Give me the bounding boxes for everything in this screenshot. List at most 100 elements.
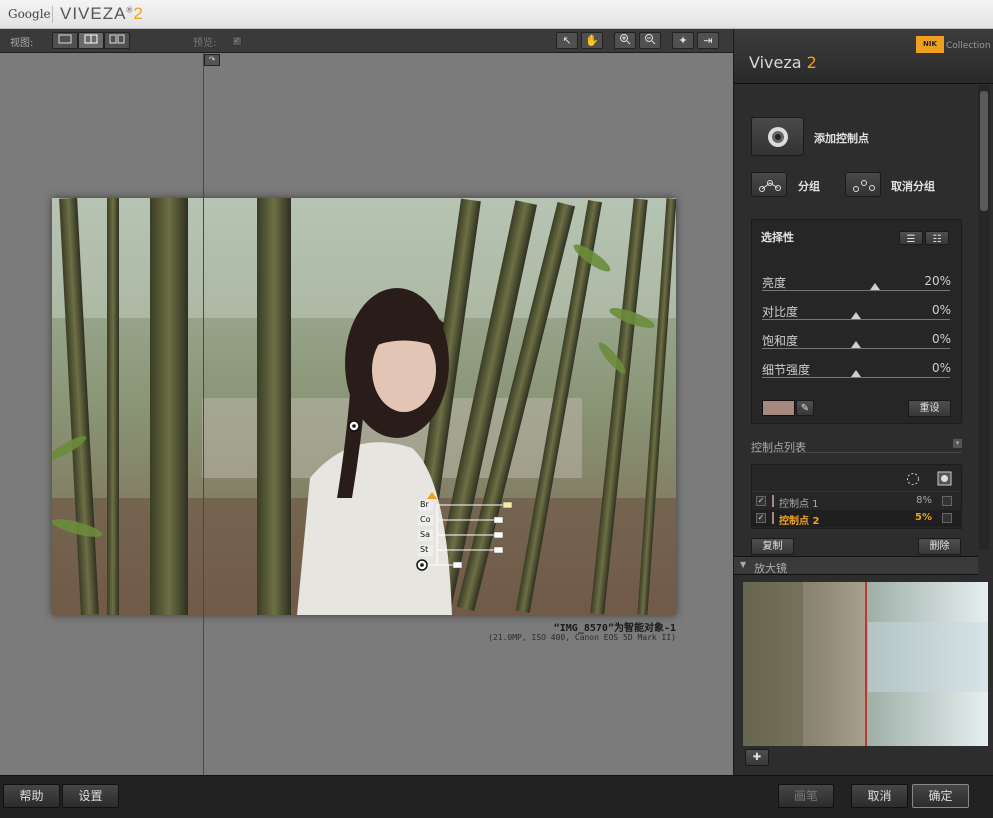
brush-button[interactable]: 画笔 bbox=[778, 784, 834, 808]
collection-label: Collection bbox=[946, 41, 991, 51]
help-button[interactable]: 帮助 bbox=[3, 784, 60, 808]
add-control-point-button[interactable] bbox=[751, 117, 804, 156]
list-expand-icon: ☷ bbox=[932, 234, 942, 245]
scrollbar-thumb[interactable] bbox=[980, 91, 988, 211]
single-view-icon bbox=[58, 34, 72, 44]
split-handle[interactable]: ↷ bbox=[204, 54, 220, 66]
light-button[interactable]: ✦ bbox=[672, 32, 694, 49]
row-2-name: 控制点 2 bbox=[779, 516, 820, 527]
control-point-row-1[interactable]: ✓ 控制点 1 8% bbox=[752, 493, 961, 510]
split-view-icon bbox=[84, 34, 98, 44]
image-caption: “IMG_8570”为智能对象-1 bbox=[553, 623, 676, 634]
eyedropper-icon: ✎ bbox=[800, 403, 810, 414]
saturation-slider-thumb[interactable] bbox=[851, 341, 861, 348]
reset-button[interactable]: 重设 bbox=[908, 400, 951, 417]
control-point-icon bbox=[768, 127, 788, 147]
preview-checkbox[interactable]: ✓ bbox=[232, 36, 242, 46]
panel-title: Viveza 2 bbox=[749, 53, 817, 72]
group-icon bbox=[759, 180, 781, 192]
slider-label-brightness: 亮度 bbox=[762, 276, 787, 290]
app-name-text: VIVEZA bbox=[60, 4, 127, 23]
control-point-list-title: 控制点列表 bbox=[751, 441, 806, 454]
ungroup-button[interactable] bbox=[845, 172, 881, 197]
cp-label-structure: St bbox=[420, 545, 429, 554]
row-2-mask-toggle[interactable] bbox=[942, 513, 952, 523]
eyedropper-button[interactable]: ✎ bbox=[796, 400, 814, 416]
detail-view-button[interactable]: ☷ bbox=[925, 231, 949, 245]
mask-icon[interactable] bbox=[937, 471, 952, 486]
brightness-slider-thumb[interactable] bbox=[869, 283, 880, 290]
panel-header: NIK Collection Viveza 2 bbox=[734, 29, 993, 84]
ungroup-icon bbox=[853, 180, 875, 192]
structure-slider-thumb[interactable] bbox=[851, 370, 861, 377]
canvas-toolbar: 视图: 预览: ✓ ↖ ✋ ✦ ⇥ bbox=[0, 29, 733, 53]
export-button[interactable]: ⇥ bbox=[697, 32, 719, 49]
contrast-slider-thumb[interactable] bbox=[851, 312, 861, 319]
control-point-list-header[interactable]: 控制点列表 ▾ bbox=[751, 439, 962, 454]
cp-label-contrast: Co bbox=[420, 515, 431, 524]
magnifier-view bbox=[743, 582, 988, 746]
magnifier-header[interactable]: ▼ 放大镜 bbox=[734, 556, 978, 575]
row-1-mask-toggle[interactable] bbox=[942, 496, 952, 506]
cancel-button[interactable]: 取消 bbox=[851, 784, 908, 808]
dotted-circle-icon[interactable] bbox=[906, 472, 920, 486]
hand-tool-button[interactable]: ✋ bbox=[581, 32, 603, 49]
single-view-button[interactable] bbox=[52, 32, 78, 49]
split-view-button[interactable] bbox=[78, 32, 104, 49]
control-point-list: ✓ 控制点 1 8% ✓ 控制点 2 5% bbox=[751, 464, 962, 529]
light-icon: ✦ bbox=[678, 34, 688, 47]
preview-photo[interactable]: Br Co Sa St bbox=[52, 198, 676, 615]
row-2-value: 5% bbox=[915, 512, 932, 523]
cp-label-brightness: Br bbox=[420, 500, 429, 509]
row-1-color-marker bbox=[772, 495, 774, 507]
row-1-value: 8% bbox=[916, 495, 932, 506]
delete-button[interactable]: 删除 bbox=[918, 538, 961, 555]
row-1-name: 控制点 1 bbox=[779, 499, 819, 510]
title-bar: Google VIVEZA®2 bbox=[0, 0, 993, 29]
title-divider bbox=[52, 6, 53, 23]
app-name: VIVEZA®2 bbox=[60, 4, 144, 24]
zoom-in-button[interactable] bbox=[614, 32, 636, 49]
export-icon: ⇥ bbox=[703, 34, 713, 47]
zoom-out-button[interactable] bbox=[639, 32, 661, 49]
contrast-slider-track[interactable] bbox=[762, 319, 950, 320]
slider-value-contrast: 0% bbox=[931, 303, 951, 317]
side-by-side-view-icon bbox=[109, 34, 125, 44]
control-point-row-2[interactable]: ✓ 控制点 2 5% bbox=[752, 510, 961, 527]
google-label: Google bbox=[8, 7, 51, 21]
slider-label-contrast: 对比度 bbox=[762, 305, 799, 319]
structure-slider-track[interactable] bbox=[762, 377, 950, 378]
zoom-out-icon bbox=[645, 34, 656, 45]
view-label: 视图: bbox=[10, 38, 34, 49]
list-toolbar bbox=[752, 465, 961, 492]
control-panel: NIK Collection Viveza 2 添加控制点 分组 取消分组 选择… bbox=[733, 29, 993, 775]
image-canvas[interactable]: Br Co Sa St “IMG_8570”为智能对象-1 (21.0MP, I… bbox=[0, 53, 733, 775]
copy-button[interactable]: 复制 bbox=[751, 538, 794, 555]
pin-magnifier-button[interactable]: ✚ bbox=[745, 749, 769, 766]
color-swatch[interactable] bbox=[762, 400, 795, 416]
row-1-checkbox[interactable]: ✓ bbox=[756, 496, 766, 506]
selectivity-panel: 选择性 ☰ ☷ 亮度 20% 对比度 0% 饱和度 0% 细节强度 0% ✎ 重… bbox=[751, 219, 962, 424]
group-button[interactable] bbox=[751, 172, 787, 197]
brightness-slider-track[interactable] bbox=[762, 290, 950, 291]
expand-view-button[interactable]: ☰ bbox=[899, 231, 923, 245]
panel-title-text: Viveza bbox=[749, 53, 802, 72]
bottom-bar: 帮助 设置 画笔 取消 确定 bbox=[0, 775, 993, 818]
row-2-checkbox[interactable]: ✓ bbox=[756, 513, 766, 523]
collapse-icon[interactable]: ▾ bbox=[953, 439, 962, 448]
preview-label: 预览: bbox=[193, 38, 217, 49]
slider-label-structure: 细节强度 bbox=[762, 363, 811, 377]
pin-icon: ✚ bbox=[752, 752, 762, 763]
pointer-icon: ↖ bbox=[562, 34, 572, 47]
hand-icon: ✋ bbox=[585, 34, 599, 47]
split-line[interactable] bbox=[203, 53, 204, 775]
cp-label-saturation: Sa bbox=[420, 530, 430, 539]
settings-button[interactable]: 设置 bbox=[62, 784, 119, 808]
panel-scrollbar[interactable] bbox=[978, 85, 990, 550]
panel-title-version: 2 bbox=[806, 53, 817, 72]
pointer-tool-button[interactable]: ↖ bbox=[556, 32, 578, 49]
list-collapse-icon: ☰ bbox=[906, 234, 916, 245]
ok-button[interactable]: 确定 bbox=[912, 784, 969, 808]
saturation-slider-track[interactable] bbox=[762, 348, 950, 349]
side-by-side-view-button[interactable] bbox=[104, 32, 130, 49]
